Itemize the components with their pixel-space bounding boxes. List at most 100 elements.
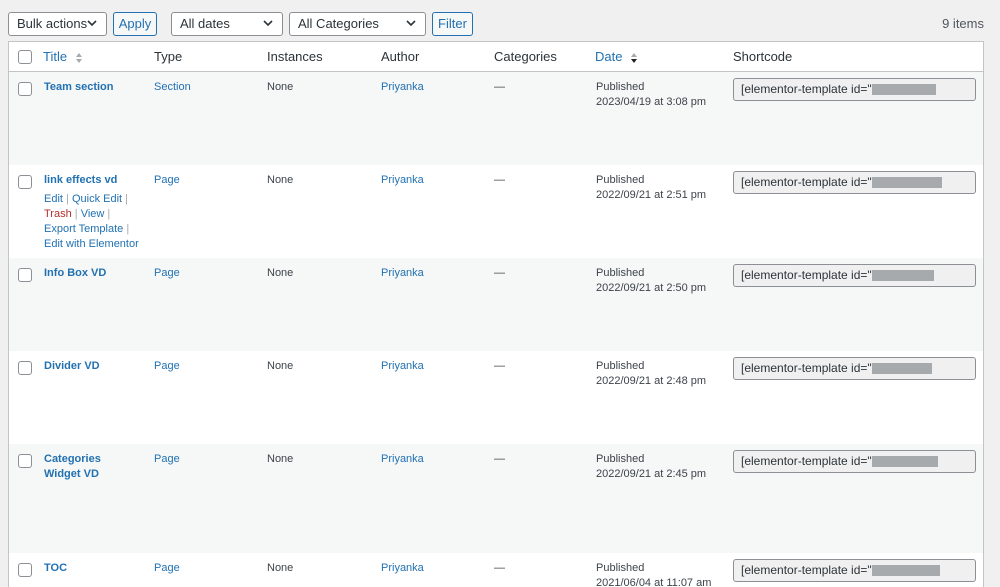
row-date: Published 2022/09/21 at 2:48 pm bbox=[596, 359, 706, 389]
row-date-value: 2022/09/21 at 2:51 pm bbox=[596, 189, 707, 201]
row-status: Published bbox=[596, 360, 645, 372]
row-author[interactable]: Priyanka bbox=[381, 173, 424, 188]
table-row: Categories Widget VD Page None Priyanka … bbox=[9, 444, 983, 553]
view-link[interactable]: View bbox=[81, 208, 105, 220]
select-all-checkbox[interactable] bbox=[18, 50, 32, 64]
shortcode-field[interactable]: [elementor-template id=" bbox=[733, 264, 976, 287]
separator: | bbox=[125, 193, 129, 205]
dates-label: All dates bbox=[180, 16, 230, 31]
row-author[interactable]: Priyanka bbox=[381, 561, 424, 576]
bulk-actions-select[interactable]: Bulk actions bbox=[8, 12, 107, 36]
row-type[interactable]: Page bbox=[154, 452, 180, 467]
row-type[interactable]: Page bbox=[154, 266, 180, 281]
row-title-link[interactable]: link effects vd bbox=[44, 173, 144, 188]
row-instances: None bbox=[267, 562, 294, 574]
row-categories: — bbox=[494, 453, 505, 465]
column-type: Type bbox=[154, 49, 183, 64]
row-date-value: 2021/06/04 at 11:07 am bbox=[596, 577, 712, 587]
row-status: Published bbox=[596, 453, 645, 465]
templates-table: Title Type Instances Author Categories D… bbox=[8, 41, 984, 587]
items-count: 9 items bbox=[942, 16, 984, 31]
column-date[interactable]: Date bbox=[595, 42, 638, 72]
shortcode-field[interactable]: [elementor-template id=" bbox=[733, 78, 976, 101]
trash-link[interactable]: Trash bbox=[44, 208, 72, 220]
separator: | bbox=[107, 208, 111, 220]
column-title-label: Title bbox=[43, 49, 68, 64]
row-title-link[interactable]: Team section bbox=[44, 80, 144, 95]
export-template-link[interactable]: Export Template bbox=[44, 223, 123, 235]
row-categories: — bbox=[494, 562, 505, 574]
row-actions: Edit | Quick Edit | Trash | View | Expor… bbox=[44, 192, 154, 252]
row-author[interactable]: Priyanka bbox=[381, 359, 424, 374]
redacted-id bbox=[871, 270, 934, 282]
row-type[interactable]: Page bbox=[154, 561, 180, 576]
table-toolbar: Bulk actions Apply All dates All Categor… bbox=[8, 12, 984, 36]
filter-button[interactable]: Filter bbox=[432, 12, 473, 36]
row-checkbox[interactable] bbox=[18, 82, 32, 96]
quick-edit-link[interactable]: Quick Edit bbox=[72, 193, 122, 205]
row-checkbox[interactable] bbox=[18, 454, 32, 468]
row-type[interactable]: Page bbox=[154, 173, 180, 188]
bulk-actions-label: Bulk actions bbox=[17, 16, 88, 31]
column-shortcode: Shortcode bbox=[733, 49, 793, 64]
row-date: Published 2022/09/21 at 2:51 pm bbox=[596, 173, 706, 203]
dates-select[interactable]: All dates bbox=[171, 12, 283, 36]
row-title-link[interactable]: Divider VD bbox=[44, 359, 144, 374]
row-date-value: 2023/04/19 at 3:08 pm bbox=[596, 96, 707, 108]
sort-icon bbox=[75, 52, 82, 63]
shortcode-field[interactable]: [elementor-template id=" bbox=[733, 559, 976, 582]
row-date: Published 2023/04/19 at 3:08 pm bbox=[596, 80, 706, 110]
row-checkbox[interactable] bbox=[18, 175, 32, 189]
row-type[interactable]: Section bbox=[154, 80, 191, 95]
row-date: Published 2022/09/21 at 2:50 pm bbox=[596, 266, 706, 296]
apply-button[interactable]: Apply bbox=[113, 12, 157, 36]
row-date: Published 2021/06/04 at 11:07 am bbox=[596, 561, 711, 587]
row-title-link[interactable]: TOC bbox=[44, 561, 144, 576]
chevron-down-icon bbox=[406, 20, 416, 27]
row-status: Published bbox=[596, 174, 645, 186]
edit-link[interactable]: Edit bbox=[44, 193, 63, 205]
shortcode-field[interactable]: [elementor-template id=" bbox=[733, 357, 976, 380]
row-date-value: 2022/09/21 at 2:45 pm bbox=[596, 468, 707, 480]
row-type[interactable]: Page bbox=[154, 359, 180, 374]
row-categories: — bbox=[494, 81, 505, 93]
column-categories: Categories bbox=[494, 49, 557, 64]
row-instances: None bbox=[267, 174, 294, 186]
redacted-id bbox=[871, 363, 932, 375]
shortcode-field[interactable]: [elementor-template id=" bbox=[733, 171, 976, 194]
row-author[interactable]: Priyanka bbox=[381, 266, 424, 281]
separator: | bbox=[66, 193, 69, 205]
edit-with-elementor-link[interactable]: Edit with Elementor bbox=[44, 238, 139, 250]
categories-select[interactable]: All Categories bbox=[289, 12, 426, 36]
row-checkbox[interactable] bbox=[18, 268, 32, 282]
table-row: Team section Section None Priyanka — Pub… bbox=[9, 72, 983, 165]
row-title-link[interactable]: Categories Widget VD bbox=[44, 452, 114, 482]
templates-page: Bulk actions Apply All dates All Categor… bbox=[0, 0, 1000, 587]
categories-label: All Categories bbox=[298, 16, 379, 31]
table-header: Title Type Instances Author Categories D… bbox=[9, 42, 983, 72]
row-status: Published bbox=[596, 562, 645, 574]
column-author: Author bbox=[381, 49, 420, 64]
table-row: Info Box VD Page None Priyanka — Publish… bbox=[9, 258, 983, 351]
row-date: Published 2022/09/21 at 2:45 pm bbox=[596, 452, 706, 482]
table-row: TOC Page None Priyanka — Published 2021/… bbox=[9, 553, 983, 587]
row-checkbox[interactable] bbox=[18, 563, 32, 577]
row-status: Published bbox=[596, 81, 645, 93]
row-author[interactable]: Priyanka bbox=[381, 80, 424, 95]
row-checkbox[interactable] bbox=[18, 361, 32, 375]
shortcode-text: [elementor-template id=" bbox=[741, 361, 872, 375]
row-title-link[interactable]: Info Box VD bbox=[44, 266, 144, 281]
row-date-value: 2022/09/21 at 2:48 pm bbox=[596, 375, 707, 387]
row-categories: — bbox=[494, 174, 505, 186]
table-row: Divider VD Page None Priyanka — Publishe… bbox=[9, 351, 983, 444]
sort-icon bbox=[631, 52, 638, 63]
shortcode-field[interactable]: [elementor-template id=" bbox=[733, 450, 976, 473]
row-instances: None bbox=[267, 267, 294, 279]
table-row: link effects vd Edit | Quick Edit | Tras… bbox=[9, 165, 983, 258]
row-author[interactable]: Priyanka bbox=[381, 452, 424, 467]
column-title[interactable]: Title bbox=[43, 42, 83, 72]
chevron-down-icon bbox=[87, 20, 97, 27]
column-date-label: Date bbox=[595, 49, 623, 64]
shortcode-text: [elementor-template id=" bbox=[741, 454, 872, 468]
row-instances: None bbox=[267, 453, 294, 465]
